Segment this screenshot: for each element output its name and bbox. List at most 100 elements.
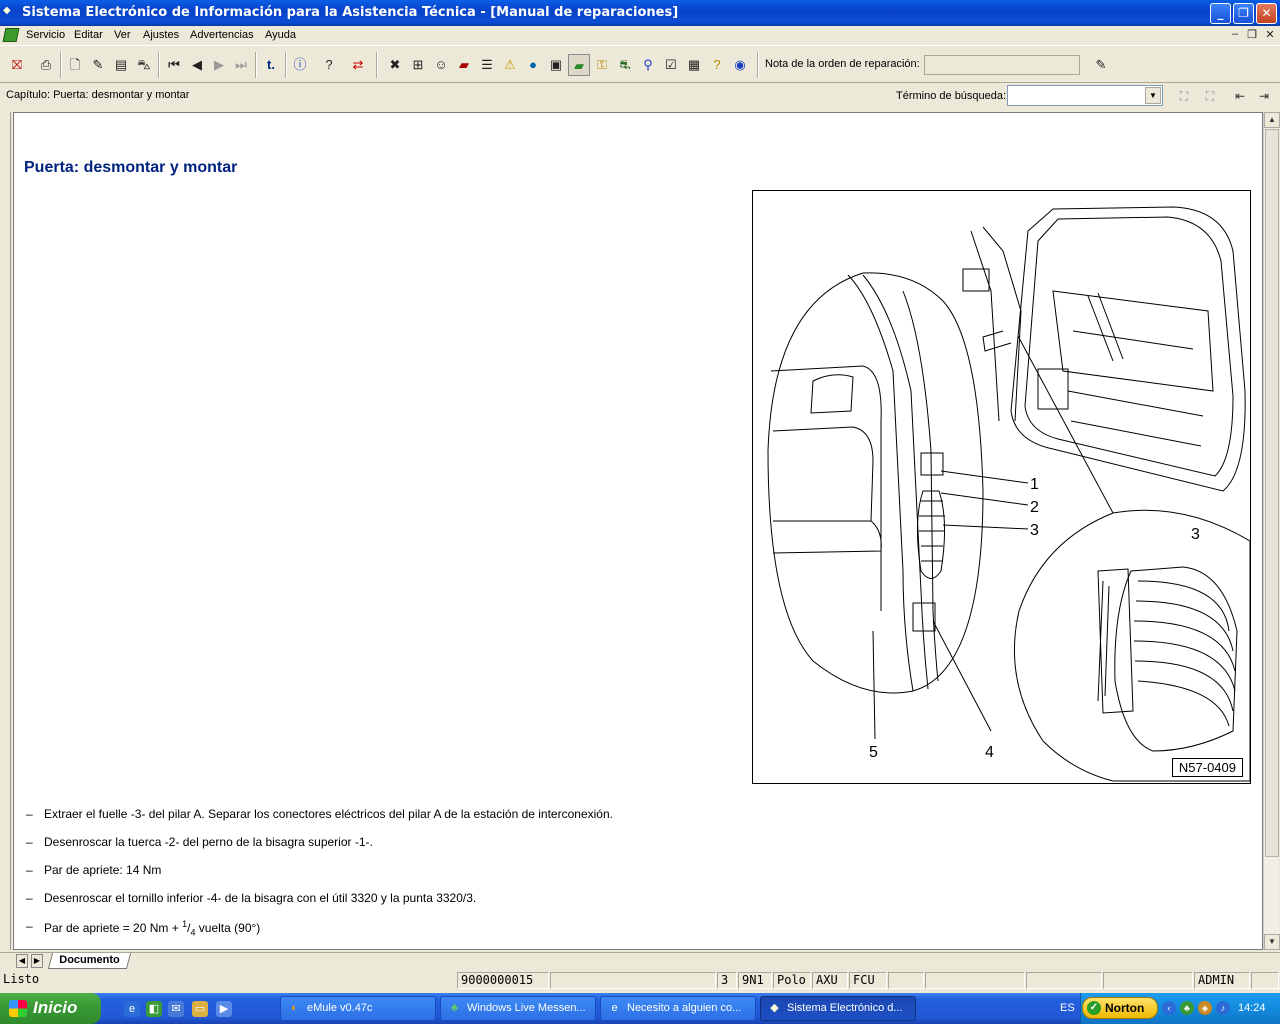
last-page-icon[interactable]: ⏭ bbox=[230, 54, 252, 76]
tab-next-icon[interactable]: ▶ bbox=[31, 954, 43, 968]
volume-tray-icon[interactable]: ♪ bbox=[1216, 1001, 1230, 1015]
previous-page-icon[interactable]: ◀ bbox=[186, 54, 208, 76]
outlook-icon[interactable]: ✉ bbox=[168, 1001, 184, 1017]
maximize-button[interactable]: ❐ bbox=[1233, 3, 1254, 24]
start-button[interactable]: Inicio bbox=[0, 993, 101, 1024]
task-elsa[interactable]: ◆ Sistema Electrónico d... bbox=[760, 996, 916, 1021]
step-text: Desenroscar el tornillo inferior -4- de … bbox=[44, 891, 477, 905]
task-messenger[interactable]: ♣ Windows Live Messen... bbox=[440, 996, 596, 1021]
print-icon[interactable]: ⎙ bbox=[35, 54, 57, 76]
mdi-restore-icon[interactable]: ❐ bbox=[1245, 28, 1259, 41]
stack-icon[interactable]: ▦ bbox=[683, 54, 705, 76]
scroll-down-icon[interactable]: ▼ bbox=[1264, 934, 1280, 950]
messenger-tray-icon[interactable]: ♣ bbox=[1180, 1001, 1194, 1015]
exit-icon[interactable]: ⛝ bbox=[6, 54, 28, 76]
title-bar[interactable]: ◆ Sistema Electrónico de Información par… bbox=[0, 0, 1280, 26]
scroll-up-icon[interactable]: ▲ bbox=[1264, 112, 1280, 128]
note-edit-icon[interactable]: ✎ bbox=[1090, 54, 1112, 76]
swap-icon[interactable]: ⇄ bbox=[347, 54, 369, 76]
first-page-icon[interactable]: ⏮ bbox=[163, 54, 185, 76]
mdi-close-icon[interactable]: ✕ bbox=[1263, 28, 1277, 41]
norton-button[interactable]: ✓ Norton bbox=[1082, 997, 1158, 1019]
search-forward-icon[interactable]: ⛶ bbox=[1198, 85, 1222, 107]
toolbar-separator bbox=[158, 52, 160, 78]
status-field-empty bbox=[1026, 972, 1102, 989]
repair-order-note-label: Nota de la orden de reparación: bbox=[765, 58, 920, 70]
mdi-minimize-icon[interactable]: – bbox=[1228, 28, 1242, 40]
task-emule[interactable]: ◐ eMule v0.47c bbox=[280, 996, 436, 1021]
minimize-button[interactable]: _ bbox=[1210, 3, 1231, 24]
menu-ajustes[interactable]: Ajustes bbox=[143, 29, 179, 41]
menu-bar: Servicio Editar Ver Ajustes Advertencias… bbox=[0, 26, 1280, 45]
tools-icon[interactable]: ✖ bbox=[384, 54, 406, 76]
repair-order-note-field[interactable] bbox=[924, 55, 1080, 75]
chevron-down-icon[interactable]: ▼ bbox=[1145, 87, 1161, 104]
task-label: Sistema Electrónico d... bbox=[787, 1002, 903, 1014]
status-field-fcu: FCU bbox=[849, 972, 887, 989]
step-text: Par de apriete: 14 Nm bbox=[44, 863, 162, 877]
text-link-icon[interactable]: t. bbox=[260, 54, 282, 76]
collapse-right-icon[interactable]: ⇥ bbox=[1252, 85, 1276, 107]
status-field-empty bbox=[1103, 972, 1193, 989]
network-tray-icon[interactable]: ◈ bbox=[1198, 1001, 1212, 1015]
tab-label: Documento bbox=[59, 954, 120, 966]
close-button[interactable]: ✕ bbox=[1256, 3, 1277, 24]
active-book-icon[interactable]: ▰ bbox=[568, 54, 590, 76]
warning-icon[interactable]: ⚠ bbox=[499, 54, 521, 76]
desktop-icon[interactable]: ◧ bbox=[146, 1001, 162, 1017]
folder-icon[interactable]: ▭ bbox=[192, 1001, 208, 1017]
info-icon[interactable]: ⓘ bbox=[289, 54, 311, 76]
save-icon[interactable]: ▣ bbox=[545, 54, 567, 76]
vertical-scrollbar[interactable]: ▲ ▼ bbox=[1263, 112, 1280, 950]
taskbar: Inicio e ◧ ✉ ▭ ▶ ◐ eMule v0.47c ♣ Windows … bbox=[0, 993, 1280, 1024]
new-document-icon[interactable]: 🗋 bbox=[64, 54, 86, 76]
status-field-3: 3 bbox=[717, 972, 737, 989]
help-icon[interactable]: ? bbox=[318, 54, 340, 76]
task-browser[interactable]: e Necesito a alguien co... bbox=[600, 996, 756, 1021]
collapse-left-icon[interactable]: ⇤ bbox=[1228, 85, 1252, 107]
checklist-icon[interactable]: ☑ bbox=[660, 54, 682, 76]
hint-icon[interactable]: ? bbox=[706, 54, 728, 76]
menu-servicio[interactable]: Servicio bbox=[26, 29, 65, 41]
list-item: – Desenroscar la tuerca -2- del perno de… bbox=[24, 835, 924, 863]
internet-explorer-icon[interactable]: e bbox=[124, 1001, 140, 1017]
next-page-icon[interactable]: ▶ bbox=[208, 54, 230, 76]
scrollbar-thumb[interactable] bbox=[1265, 129, 1279, 857]
module-icon[interactable]: ⊞ bbox=[407, 54, 429, 76]
internet-explorer-icon: e bbox=[611, 1002, 618, 1014]
windows-logo-icon bbox=[9, 1000, 27, 1017]
vehicle-icon[interactable]: ⛍ bbox=[133, 54, 155, 76]
callout-1: 1 bbox=[1030, 476, 1039, 493]
globe-icon[interactable]: ● bbox=[522, 54, 544, 76]
car-icon[interactable]: ⛐ bbox=[614, 54, 636, 76]
language-indicator[interactable]: ES bbox=[1060, 1002, 1075, 1014]
callout-3: 3 bbox=[1030, 522, 1039, 539]
list-item: – Par de apriete = 20 Nm + 1/4 vuelta (9… bbox=[24, 919, 924, 947]
step-text: Par de apriete = 20 Nm + 1/4 vuelta (90°… bbox=[44, 919, 260, 937]
figure-code: N57-0409 bbox=[1171, 758, 1243, 777]
edit-document-icon[interactable]: ✎ bbox=[87, 54, 109, 76]
key-icon[interactable]: ⚿ bbox=[591, 54, 613, 76]
bullet: – bbox=[26, 863, 33, 877]
toolbar: ⛝ ⎙ 🗋 ✎ ▤ ⛍ ⏮ ◀ ▶ ⏭ t. ⓘ ? ⇄ ✖ ⊞ ☺ ▰ ☰ ⚠… bbox=[0, 45, 1280, 83]
menu-editar[interactable]: Editar bbox=[74, 29, 103, 41]
emule-icon: ◐ bbox=[291, 1002, 298, 1014]
search-term-dropdown[interactable]: ▼ bbox=[1007, 85, 1163, 106]
search-vehicle-icon[interactable]: ⚲ bbox=[637, 54, 659, 76]
book-icon[interactable]: ▰ bbox=[453, 54, 475, 76]
left-splitter[interactable] bbox=[1, 112, 11, 950]
tab-documento[interactable]: Documento bbox=[47, 953, 131, 969]
status-field-empty bbox=[925, 972, 1025, 989]
notes-icon[interactable]: ▤ bbox=[110, 54, 132, 76]
menu-ayuda[interactable]: Ayuda bbox=[265, 29, 296, 41]
search-backward-icon[interactable]: ⛶ bbox=[1172, 85, 1196, 107]
media-player-icon[interactable]: ▶ bbox=[216, 1001, 232, 1017]
status-field-9n1: 9N1 bbox=[738, 972, 772, 989]
chevron-left-icon[interactable]: ‹ bbox=[1162, 1001, 1176, 1015]
menu-advertencias[interactable]: Advertencias bbox=[190, 29, 254, 41]
tab-prev-icon[interactable]: ◀ bbox=[16, 954, 28, 968]
flag-icon[interactable]: ◉ bbox=[729, 54, 751, 76]
menu-ver[interactable]: Ver bbox=[114, 29, 131, 41]
person-icon[interactable]: ☺ bbox=[430, 54, 452, 76]
list-icon[interactable]: ☰ bbox=[476, 54, 498, 76]
